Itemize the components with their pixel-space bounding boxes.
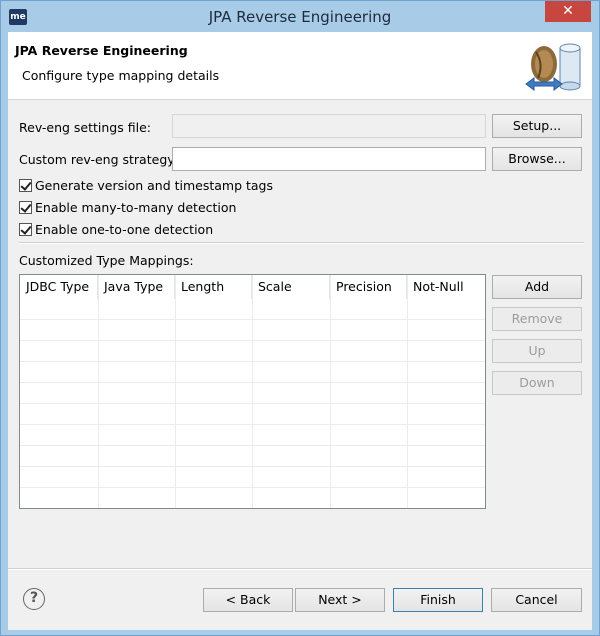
table-row[interactable] xyxy=(20,320,485,341)
version-tags-label: Generate version and timestamp tags xyxy=(35,178,274,193)
cancel-button[interactable]: Cancel xyxy=(491,588,582,612)
title-bar[interactable]: me JPA Reverse Engineering ✕ xyxy=(1,1,599,33)
column-precision[interactable]: Precision xyxy=(330,275,407,299)
section-divider xyxy=(19,242,584,244)
column-scale[interactable]: Scale xyxy=(252,275,330,299)
page-subtitle: Configure type mapping details xyxy=(22,68,220,83)
window-title: JPA Reverse Engineering xyxy=(208,8,392,26)
settings-file-label: Rev-eng settings file: xyxy=(19,120,151,135)
table-row[interactable] xyxy=(20,446,485,467)
up-button[interactable]: Up xyxy=(492,339,582,363)
table-row[interactable] xyxy=(20,341,485,362)
close-button[interactable]: ✕ xyxy=(545,1,591,22)
page-title: JPA Reverse Engineering xyxy=(15,43,188,58)
database-wizard-icon xyxy=(525,43,581,91)
browse-button[interactable]: Browse... xyxy=(492,147,582,171)
back-button[interactable]: < Back xyxy=(203,588,293,612)
table-row[interactable] xyxy=(20,467,485,488)
column-jdbc-type[interactable]: JDBC Type xyxy=(20,275,98,299)
column-java-type[interactable]: Java Type xyxy=(98,275,175,299)
type-mappings-table[interactable]: JDBC Type Java Type Length Scale Precisi… xyxy=(19,274,486,509)
table-row[interactable] xyxy=(20,488,485,508)
table-row[interactable] xyxy=(20,362,485,383)
one-to-one-label: Enable one-to-one detection xyxy=(35,222,214,237)
one-to-one-checkbox[interactable] xyxy=(19,223,32,236)
many-to-many-label: Enable many-to-many detection xyxy=(35,200,237,215)
dialog-body: JPA Reverse Engineering Configure type m… xyxy=(8,32,592,630)
settings-file-field xyxy=(172,114,486,138)
remove-button[interactable]: Remove xyxy=(492,307,582,331)
table-row[interactable] xyxy=(20,383,485,404)
wizard-header: JPA Reverse Engineering Configure type m… xyxy=(8,32,592,100)
table-row[interactable] xyxy=(20,404,485,425)
table-row[interactable] xyxy=(20,425,485,446)
table-row[interactable] xyxy=(20,299,485,320)
down-button[interactable]: Down xyxy=(492,371,582,395)
help-icon[interactable]: ? xyxy=(23,588,45,610)
setup-button[interactable]: Setup... xyxy=(492,114,582,138)
strategy-input[interactable] xyxy=(172,147,486,171)
next-button[interactable]: Next > xyxy=(295,588,385,612)
footer-divider xyxy=(8,568,592,570)
column-not-null[interactable]: Not-Null xyxy=(407,275,485,299)
mappings-label: Customized Type Mappings: xyxy=(19,253,194,268)
version-tags-checkbox[interactable] xyxy=(19,179,32,192)
strategy-label: Custom rev-eng strategy: xyxy=(19,152,178,167)
add-button[interactable]: Add xyxy=(492,275,582,299)
column-length[interactable]: Length xyxy=(175,275,252,299)
dialog-window: me JPA Reverse Engineering ✕ JPA Reverse… xyxy=(0,0,600,636)
finish-button[interactable]: Finish xyxy=(393,588,483,612)
many-to-many-checkbox[interactable] xyxy=(19,201,32,214)
